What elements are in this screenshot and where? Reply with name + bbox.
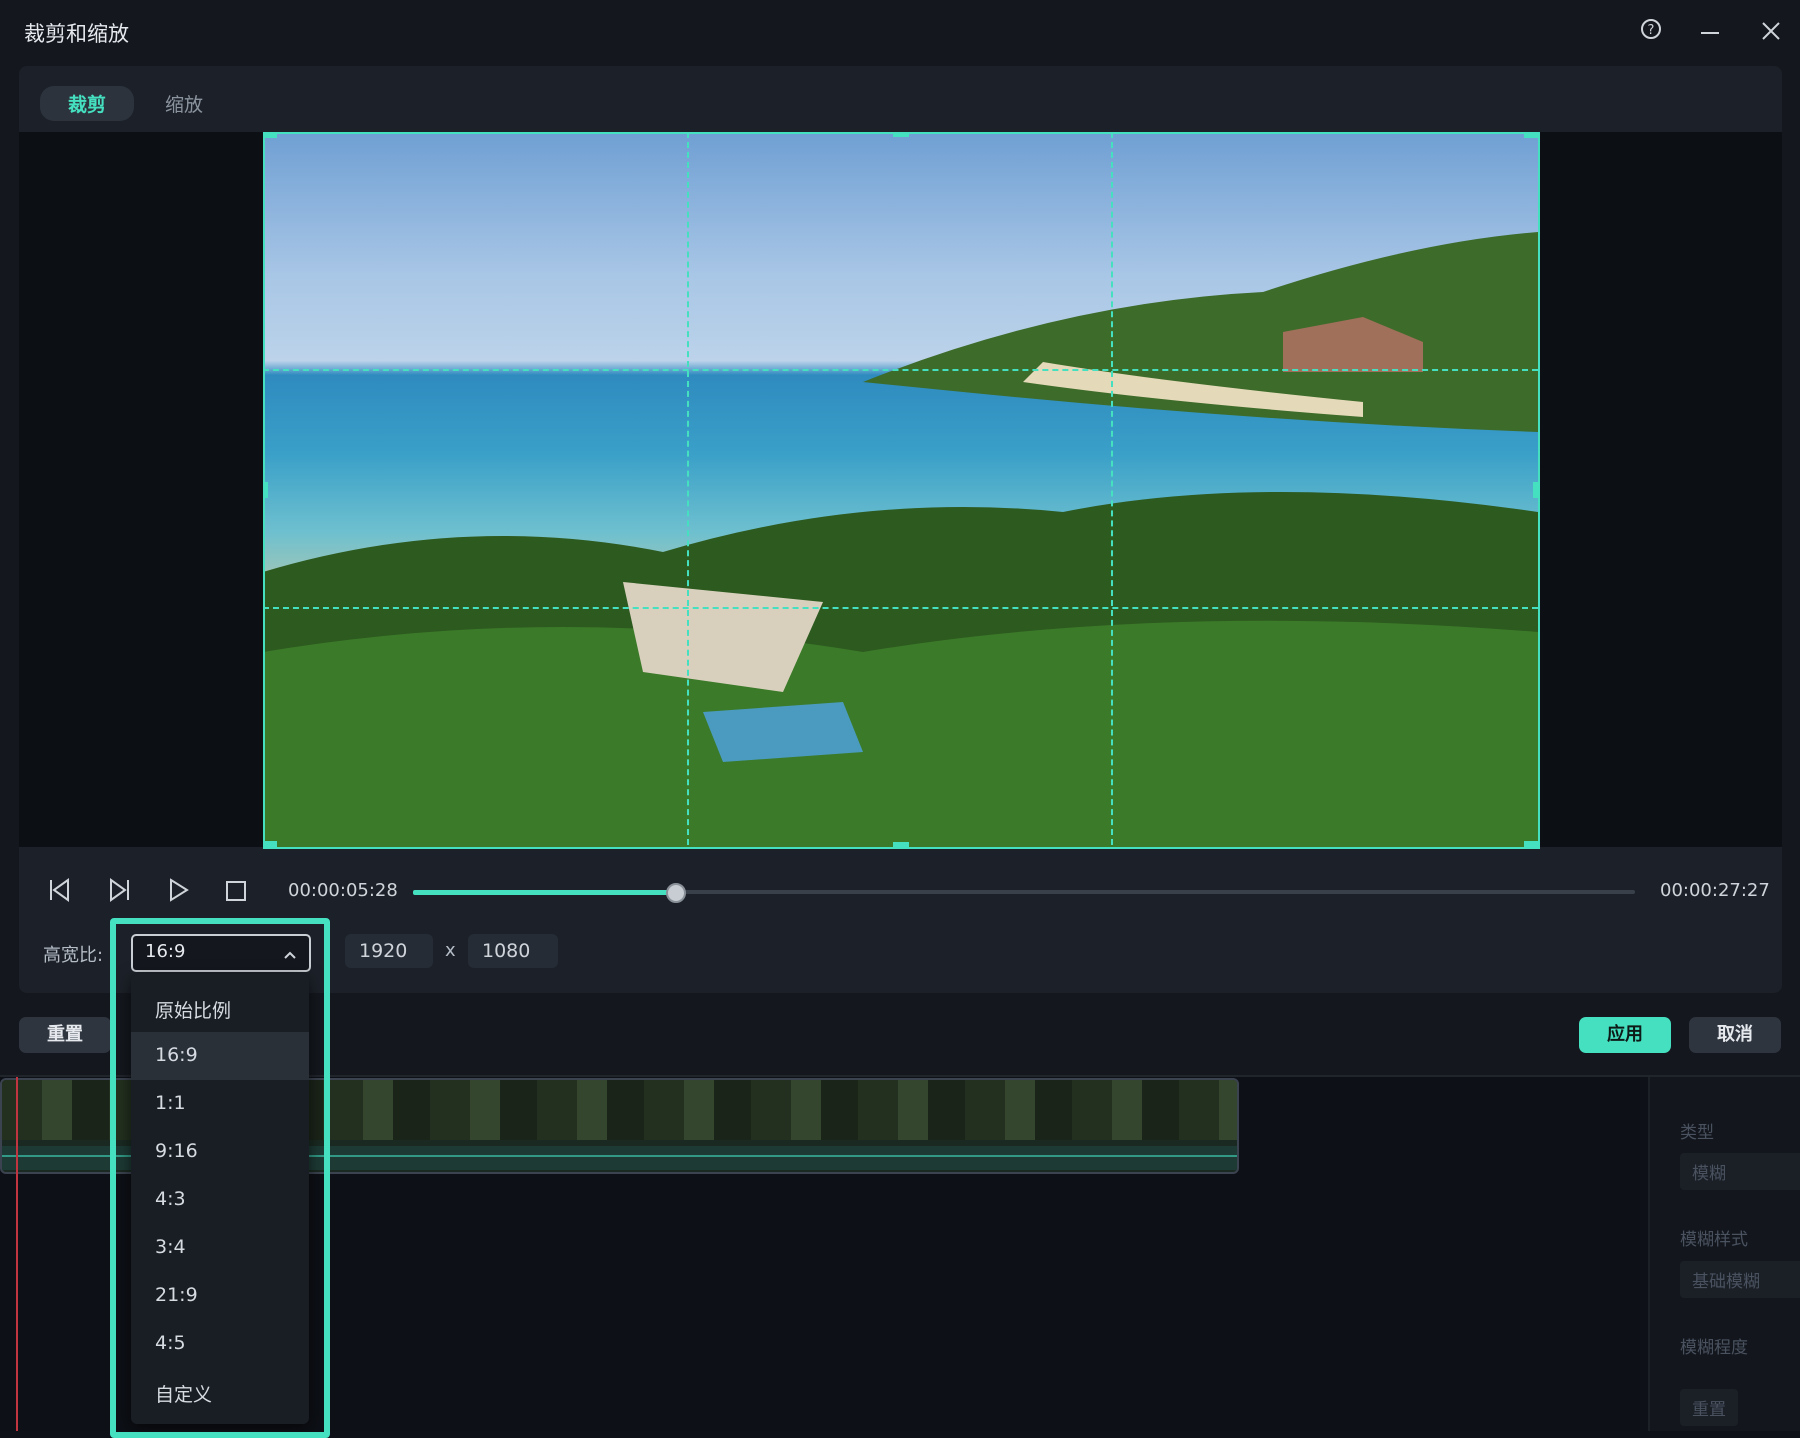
tab-crop[interactable]: 裁剪 <box>40 86 135 121</box>
play-icon[interactable] <box>168 877 190 907</box>
svg-text:?: ? <box>1648 23 1655 38</box>
blur-level-label: 模糊程度 <box>1680 1338 1748 1358</box>
progress-knob[interactable] <box>666 883 686 903</box>
stop-icon[interactable] <box>225 880 247 906</box>
crop-handle[interactable] <box>893 132 909 137</box>
crop-handle[interactable] <box>1524 132 1538 138</box>
reset-button[interactable]: 重置 <box>19 1017 111 1053</box>
dimension-separator: x <box>445 940 456 961</box>
properties-panel: 类型 模糊 模糊样式 基础模糊 模糊程度 重置 <box>1648 1075 1800 1431</box>
close-icon[interactable] <box>1762 22 1780 44</box>
crop-handle[interactable] <box>263 841 277 847</box>
crop-grid-line <box>263 607 1538 609</box>
dialog-title: 裁剪和缩放 <box>24 22 129 46</box>
crop-grid-line <box>1111 132 1113 845</box>
apply-button[interactable]: 应用 <box>1579 1017 1671 1053</box>
cancel-button[interactable]: 取消 <box>1689 1017 1781 1053</box>
progress-fill <box>413 890 676 895</box>
aspect-ratio-label: 高宽比: <box>43 945 104 966</box>
panel-reset-button[interactable]: 重置 <box>1680 1389 1738 1426</box>
total-time: 00:00:27:27 <box>1660 880 1770 901</box>
crop-handle[interactable] <box>893 842 909 847</box>
prev-frame-icon[interactable] <box>48 877 72 907</box>
minimize-icon[interactable] <box>1701 32 1719 34</box>
crop-handle[interactable] <box>1533 482 1538 498</box>
width-field[interactable]: 1920 <box>345 934 433 968</box>
blur-style-label: 模糊样式 <box>1680 1230 1748 1250</box>
height-field[interactable]: 1080 <box>468 934 558 968</box>
crop-handle[interactable] <box>263 132 277 138</box>
blur-style-field[interactable]: 基础模糊 <box>1680 1261 1800 1298</box>
next-frame-icon[interactable] <box>107 877 131 907</box>
timeline-playhead[interactable] <box>16 1075 18 1431</box>
crop-grid-line <box>263 369 1538 371</box>
crop-grid-line <box>687 132 689 845</box>
crop-handle[interactable] <box>1524 841 1538 847</box>
crop-handle[interactable] <box>263 482 268 498</box>
type-field[interactable]: 模糊 <box>1680 1153 1800 1190</box>
help-circle-icon[interactable]: ? <box>1640 18 1662 46</box>
crop-frame[interactable] <box>263 132 1540 849</box>
type-label: 类型 <box>1680 1123 1714 1143</box>
tab-zoom[interactable]: 缩放 <box>137 86 231 121</box>
highlight-box <box>110 918 330 1438</box>
current-time: 00:00:05:28 <box>288 880 398 901</box>
